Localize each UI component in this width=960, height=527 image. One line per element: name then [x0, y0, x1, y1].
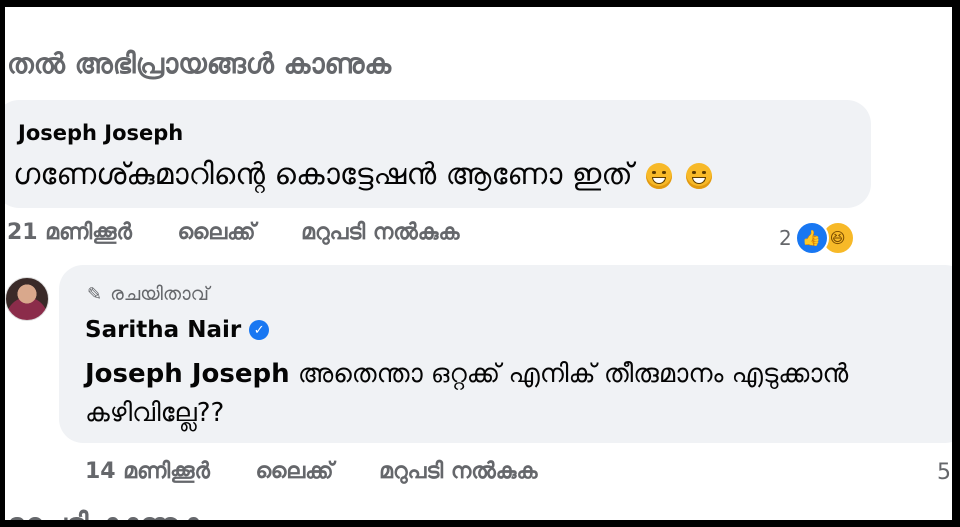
view-replies-link[interactable]: മറുപടി കാണുക	[7, 507, 206, 520]
reply-author-name[interactable]: Saritha Nair	[85, 317, 241, 343]
avatar[interactable]	[5, 277, 49, 321]
reply-button[interactable]: മറുപടി നൽകുക	[379, 459, 537, 484]
mention-link[interactable]: Joseph Joseph	[85, 359, 290, 389]
comment-text-body: ഗണേശ്കുമാറിന്റെ കൊട്ടേഷൻ ആണോ ഇത്	[13, 157, 633, 192]
like-button[interactable]: ലൈക്ക്	[256, 459, 334, 484]
reply-actions: 14 മണിക്കൂർ ലൈക്ക് മറുപടി നൽകുക	[85, 459, 575, 484]
like-icon: 👍	[794, 221, 829, 255]
comment-author[interactable]: Joseph Joseph	[18, 121, 183, 145]
pencil-icon: ✎	[87, 283, 103, 305]
reply-timestamp[interactable]: 14 മണിക്കൂർ	[85, 459, 210, 484]
comment-timestamp[interactable]: 21 മണിക്കൂർ	[7, 220, 132, 245]
reaction-count[interactable]: 5	[937, 460, 951, 485]
reply-button[interactable]: മറുപടി നൽകുക	[301, 220, 459, 245]
comments-panel: തൽ അഭിപ്രായങ്ങൾ കാണുക Joseph Joseph ഗണേശ…	[5, 7, 952, 520]
like-button[interactable]: ലൈക്ക്	[178, 220, 256, 245]
author-badge: ✎ രചയിതാവ്	[87, 283, 209, 305]
comment-actions: 21 മണിക്കൂർ ലൈക്ക് മറുപടി നൽകുക	[7, 220, 497, 245]
reaction-summary[interactable]: 2 👍 😆	[779, 221, 855, 255]
author-badge-label: രചയിതാവ്	[110, 283, 210, 305]
reply-text: Joseph Joseph അതെന്താ ഒറ്റക്ക് എനിക് തീര…	[85, 355, 945, 433]
view-more-comments-link[interactable]: തൽ അഭിപ്രായങ്ങൾ കാണുക	[7, 47, 391, 81]
verified-icon: ✓	[249, 320, 270, 340]
reaction-count: 2	[779, 226, 792, 250]
grin-emoji-icon	[646, 162, 673, 189]
comment-text: ഗണേശ്കുമാറിന്റെ കൊട്ടേഷൻ ആണോ ഇത്	[13, 157, 712, 192]
reply-author[interactable]: Saritha Nair ✓	[85, 317, 270, 343]
grin-emoji-icon	[685, 162, 712, 189]
